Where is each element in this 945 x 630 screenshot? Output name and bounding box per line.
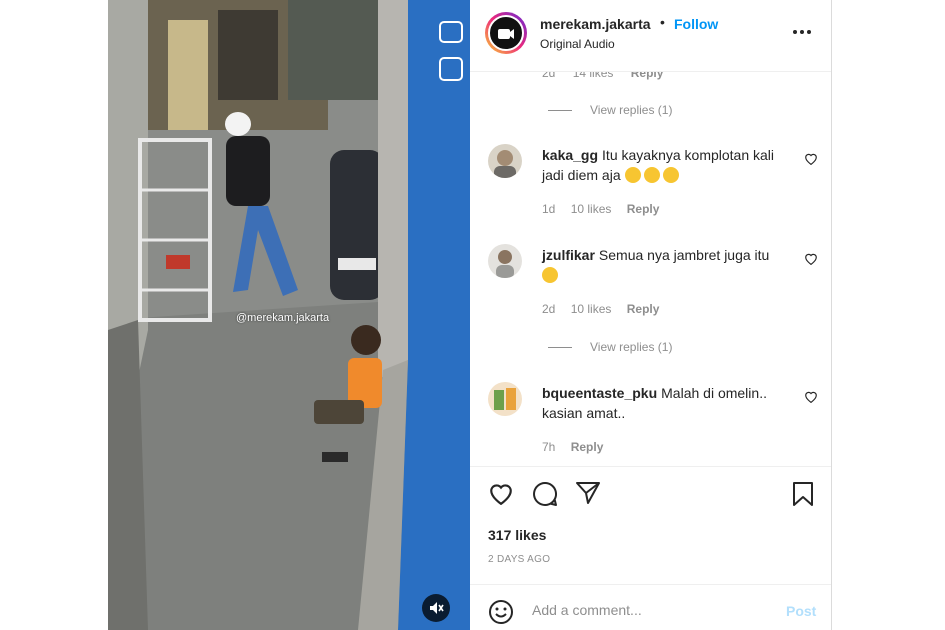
heart-icon: [490, 484, 512, 506]
laughing-cry-emoji-icon: [662, 167, 679, 183]
comment-meta: 2d 10 likes Reply: [542, 302, 671, 316]
post-header: merekam.jakarta • Follow Original Audio: [470, 0, 831, 72]
view-replies-label: View replies (1): [590, 340, 673, 354]
post-comment-button[interactable]: Post: [786, 603, 816, 619]
comment-text: kaka_gg Itu kayaknya komplotan kali jadi …: [542, 145, 782, 185]
emoji-picker-button[interactable]: [488, 599, 514, 630]
comment-time: 7h: [542, 440, 556, 454]
laughing-cry-emoji-icon: [624, 167, 641, 183]
laughing-cry-emoji-icon: [643, 167, 660, 183]
comment-input[interactable]: [530, 597, 774, 623]
comment-icon: [533, 481, 557, 506]
comment-meta: 1d 10 likes Reply: [542, 202, 671, 216]
reply-button[interactable]: Reply: [627, 202, 660, 216]
commenter-username[interactable]: bqueentaste_pku: [542, 385, 657, 401]
heart-icon: [805, 153, 817, 166]
camera-logo-icon: [498, 29, 514, 39]
like-comment-button[interactable]: [804, 390, 818, 408]
post-panel: merekam.jakarta • Follow Original Audio …: [470, 0, 832, 630]
comment-likes[interactable]: 10 likes: [571, 202, 612, 216]
follow-button[interactable]: Follow: [674, 16, 718, 32]
commenter-avatar[interactable]: [488, 244, 522, 278]
more-options-button[interactable]: [792, 22, 812, 42]
post-video[interactable]: @merekam.jakarta: [108, 0, 470, 630]
like-comment-button[interactable]: [804, 252, 818, 270]
muted-speaker-icon: [430, 602, 444, 614]
bookmark-icon: [793, 482, 813, 506]
comment-text: jzulfikar Semua nya jambret juga itu: [542, 245, 782, 285]
commenter-avatar[interactable]: [488, 382, 522, 416]
laughing-cry-emoji-icon: [542, 267, 558, 283]
comment-time: 1d: [542, 202, 556, 216]
smiley-icon: [489, 600, 513, 624]
reply-button[interactable]: Reply: [627, 302, 660, 316]
more-dots-icon: [793, 30, 811, 34]
heart-icon: [805, 253, 817, 266]
view-replies-button[interactable]: View replies (1): [548, 103, 672, 117]
partial-comment-meta: 2d 14 likes Reply: [542, 72, 677, 80]
comment-body: Semua nya jambret juga itu: [598, 247, 770, 263]
send-icon: [576, 482, 600, 504]
view-replies-button[interactable]: View replies (1): [548, 340, 672, 354]
comment-time: 2d: [542, 72, 556, 80]
comment-likes[interactable]: 10 likes: [571, 302, 612, 316]
video-watermark: @merekam.jakarta: [236, 312, 330, 324]
post-date: 2 DAYS AGO: [488, 554, 551, 565]
comment-button[interactable]: [532, 481, 558, 512]
comment-likes[interactable]: 14 likes: [573, 72, 614, 80]
share-button[interactable]: [575, 481, 601, 510]
author-avatar[interactable]: [485, 12, 527, 54]
post-actions: 317 likes 2 DAYS AGO: [470, 466, 831, 584]
view-replies-label: View replies (1): [590, 103, 673, 117]
likes-count[interactable]: 317 likes: [488, 527, 546, 543]
save-button[interactable]: [792, 481, 814, 512]
like-comment-button[interactable]: [804, 152, 818, 170]
replies-divider: [548, 110, 572, 112]
like-button[interactable]: [488, 481, 514, 510]
heart-icon: [805, 391, 817, 404]
add-comment-bar: Post: [470, 584, 831, 630]
commenter-username[interactable]: kaka_gg: [542, 147, 598, 163]
comments-list[interactable]: 2d 14 likes Reply View replies (1) kaka_…: [470, 72, 831, 465]
comment-meta: 7h Reply: [542, 440, 615, 454]
audio-label[interactable]: Original Audio: [540, 37, 615, 51]
reply-button[interactable]: Reply: [571, 440, 604, 454]
comment-text: bqueentaste_pku Malah di omelin.. kasian …: [542, 383, 782, 423]
reply-button[interactable]: Reply: [631, 72, 664, 80]
replies-divider: [548, 347, 572, 349]
header-separator: •: [660, 14, 665, 30]
author-username[interactable]: merekam.jakarta: [540, 16, 651, 32]
comment-time: 2d: [542, 302, 556, 316]
mute-button[interactable]: [422, 594, 450, 622]
commenter-avatar[interactable]: [488, 144, 522, 178]
commenter-username[interactable]: jzulfikar: [542, 247, 595, 263]
